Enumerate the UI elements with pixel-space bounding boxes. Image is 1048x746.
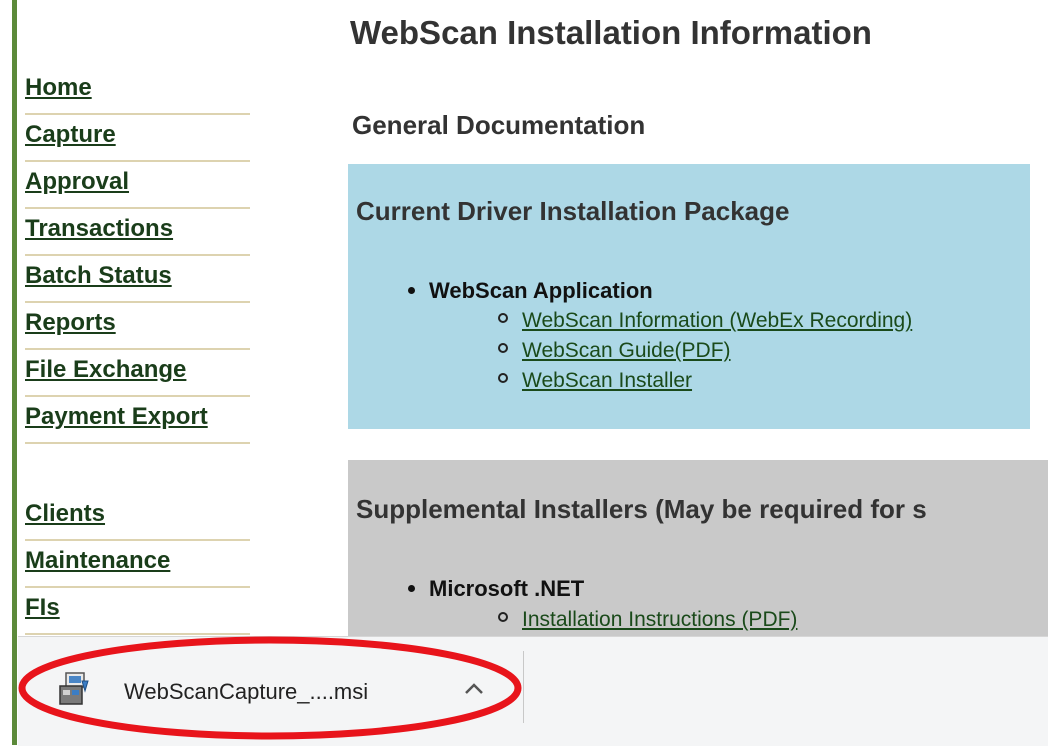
dotnet-links-list: Installation Instructions (PDF): [498, 608, 797, 638]
section-heading-general-documentation: General Documentation: [352, 110, 646, 140]
bullet-webscan-application: WebScan Application: [408, 278, 653, 304]
bullet-label: Microsoft .NET: [429, 576, 585, 601]
msi-installer-icon: [59, 672, 89, 705]
list-item: WebScan Information (WebEx Recording): [498, 309, 912, 339]
webscan-guide-link[interactable]: WebScan Guide(PDF): [522, 339, 731, 362]
sidebar-item-home[interactable]: Home: [25, 68, 250, 115]
chevron-up-icon[interactable]: [460, 675, 488, 703]
shelf-divider: [523, 651, 524, 723]
circle-bullet-icon: [498, 313, 508, 324]
bullet-microsoft-net: Microsoft .NET: [408, 576, 584, 602]
sidebar-item-reports[interactable]: Reports: [25, 303, 250, 350]
download-file-name: WebScanCapture_....msi: [124, 679, 369, 704]
list-item: WebScan Guide(PDF): [498, 339, 912, 369]
webscan-installer-link[interactable]: WebScan Installer: [522, 369, 692, 392]
bullet-icon: [408, 286, 415, 294]
bullet-label: WebScan Application: [429, 278, 653, 303]
current-package-panel: Current Driver Installation Package WebS…: [348, 164, 1030, 429]
circle-bullet-icon: [498, 612, 508, 623]
webscan-links-list: WebScan Information (WebEx Recording) We…: [498, 309, 912, 399]
installation-instructions-link[interactable]: Installation Instructions (PDF): [522, 608, 797, 631]
webscan-information-link[interactable]: WebScan Information (WebEx Recording): [522, 309, 912, 332]
sidebar-item-fis[interactable]: FIs: [25, 588, 250, 635]
sidebar-item-payment-export[interactable]: Payment Export: [25, 397, 250, 444]
supplemental-installers-panel: Supplemental Installers (May be required…: [348, 460, 1048, 645]
current-package-title: Current Driver Installation Package: [356, 196, 790, 226]
sidebar-item-approval[interactable]: Approval: [25, 162, 250, 209]
sidebar-item-batch-status[interactable]: Batch Status: [25, 256, 250, 303]
sidebar-item-maintenance[interactable]: Maintenance: [25, 541, 250, 588]
sidebar-nav: Home Capture Approval Transactions Batch…: [25, 68, 250, 635]
sidebar-item-capture[interactable]: Capture: [25, 115, 250, 162]
sidebar-item-file-exchange[interactable]: File Exchange: [25, 350, 250, 397]
circle-bullet-icon: [498, 343, 508, 354]
list-item: WebScan Installer: [498, 369, 912, 399]
page-title: WebScan Installation Information: [350, 14, 872, 51]
supplemental-installers-title: Supplemental Installers (May be required…: [356, 494, 927, 524]
page-frame-border: [12, 0, 17, 745]
list-item: Installation Instructions (PDF): [498, 608, 797, 638]
download-shelf: WebScanCapture_....msi: [18, 636, 1048, 746]
sidebar-item-transactions[interactable]: Transactions: [25, 209, 250, 256]
circle-bullet-icon: [498, 373, 508, 384]
download-item[interactable]: WebScanCapture_....msi: [58, 667, 498, 717]
bullet-icon: [408, 584, 415, 592]
sidebar-item-clients[interactable]: Clients: [25, 494, 250, 541]
